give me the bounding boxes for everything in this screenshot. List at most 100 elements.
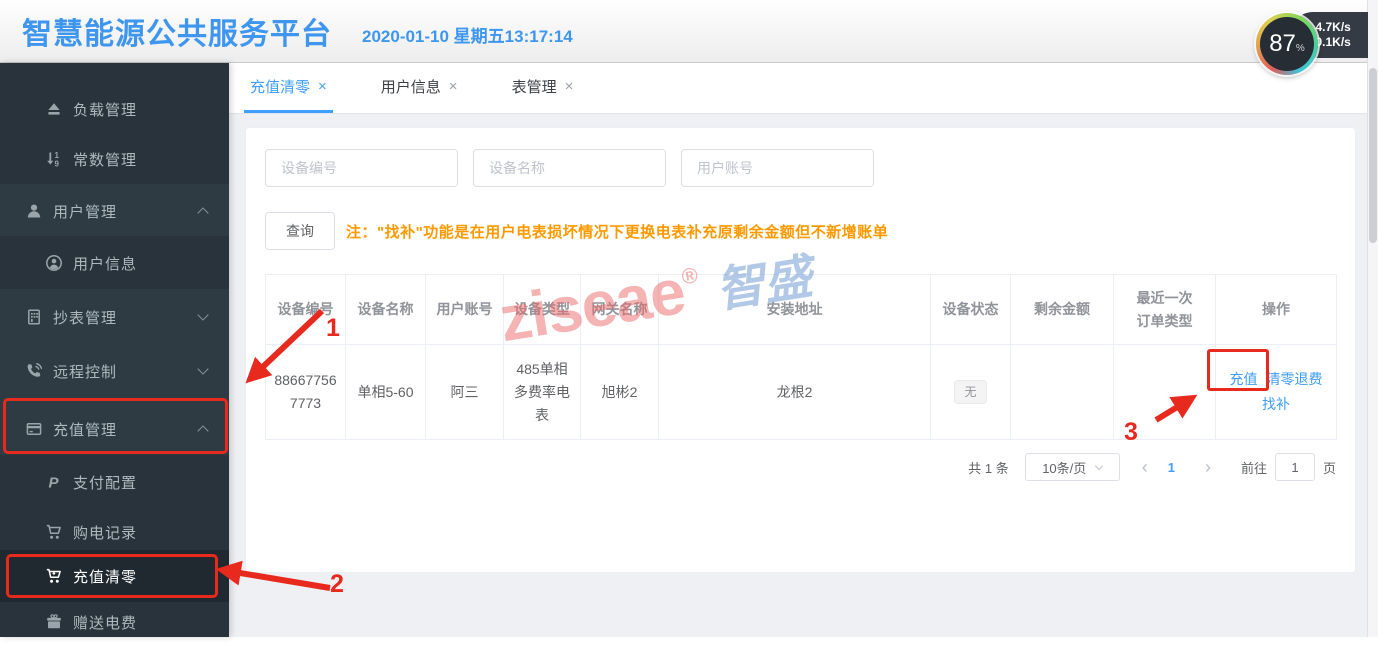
sidebar-item-recharge-reset[interactable]: 充值清零 (0, 550, 229, 602)
chevron-up-icon (197, 207, 208, 218)
memory-usage-inner: 87 % (1260, 17, 1314, 71)
column-header: 剩余金额 (1011, 275, 1114, 345)
scrollbar-track[interactable] (1367, 0, 1378, 637)
main-content: 充值清零 × 用户信息 × 表管理 × 查询 注："找补"功能是在用户电表损坏情… (229, 63, 1378, 637)
tab-recharge-reset[interactable]: 充值清零 × (244, 63, 333, 113)
upload-speed-value: 4.7K/s (1316, 21, 1351, 34)
paypal-icon: P (45, 473, 63, 491)
column-header: 安装地址 (659, 275, 931, 345)
column-header: 设备编号 (266, 275, 346, 345)
scrollbar-thumb[interactable] (1369, 68, 1377, 243)
user-account-input[interactable] (681, 149, 874, 187)
cell-last-order-type (1114, 345, 1216, 440)
tab-label: 表管理 (512, 76, 557, 97)
sidebar-item-meter-reading[interactable]: 抄表管理 (0, 291, 229, 343)
sidebar-item-user-management[interactable]: 用户管理 (0, 185, 229, 237)
goto-label: 前往 (1241, 458, 1267, 477)
tab-meter-management[interactable]: 表管理 × (506, 63, 580, 113)
memory-usage-ball[interactable]: 87 % (1256, 13, 1318, 75)
close-icon[interactable]: × (318, 78, 327, 95)
cell-remaining-amount (1011, 345, 1114, 440)
reset-refund-link[interactable]: 清零退费 (1267, 368, 1323, 391)
content-card: 查询 注："找补"功能是在用户电表损坏情况下更换电表补充原剩余金额但不新增账单 … (245, 127, 1356, 573)
user-icon (25, 202, 43, 220)
prev-page-button[interactable]: ‹ (1130, 457, 1160, 478)
sidebar-item-label: 充值清零 (73, 566, 137, 587)
chevron-down-icon (1095, 461, 1103, 469)
sidebar-item-load-management[interactable]: 负载管理 (0, 83, 229, 135)
chevron-up-icon (197, 425, 208, 436)
svg-text:9: 9 (55, 159, 60, 168)
cell-install-address: 龙根2 (659, 345, 931, 440)
column-header: 用户账号 (426, 275, 504, 345)
sidebar-item-label: 用户管理 (53, 201, 117, 222)
tab-user-info[interactable]: 用户信息 × (375, 63, 464, 113)
close-icon[interactable]: × (565, 78, 574, 95)
gift-icon (45, 613, 63, 631)
cell-device-status: 无 (931, 345, 1011, 440)
device-name-input[interactable] (473, 149, 666, 187)
sidebar-item-label: 常数管理 (73, 149, 137, 170)
eject-icon (45, 100, 63, 118)
actions-row-1: 充值 清零退费 (1230, 368, 1323, 391)
sidebar-item-constant-management[interactable]: 19 常数管理 (0, 133, 229, 185)
column-header: 操作 (1216, 275, 1337, 345)
credit-card-icon (25, 420, 43, 438)
sidebar-item-label: 支付配置 (73, 472, 137, 493)
memory-percent-unit: % (1296, 43, 1305, 54)
sidebar-item-remote-control[interactable]: 远程控制 (0, 345, 229, 397)
shopping-cart-icon (45, 523, 63, 541)
chevron-down-icon (197, 309, 208, 320)
close-icon[interactable]: × (449, 78, 458, 95)
sidebar-item-label: 购电记录 (73, 522, 137, 543)
device-number-input[interactable] (265, 149, 458, 187)
next-page-button[interactable]: › (1193, 457, 1223, 478)
page-number[interactable]: 1 (1160, 460, 1183, 475)
tab-label: 充值清零 (250, 76, 310, 97)
sidebar-item-label: 赠送电费 (73, 612, 137, 633)
page-unit: 页 (1323, 458, 1336, 477)
sidebar-item-user-info[interactable]: 用户信息 (0, 237, 229, 289)
pagination: 共 1 条 10条/页 ‹ 1 › 前往 页 (265, 453, 1336, 481)
tab-bar: 充值清零 × 用户信息 × 表管理 × (229, 63, 1378, 114)
cell-gateway-name: 旭彬2 (581, 345, 659, 440)
sidebar-item-payment-config[interactable]: P 支付配置 (0, 456, 229, 508)
sidebar-item-gift-electricity[interactable]: 赠送电费 (0, 596, 229, 648)
column-header: 设备名称 (346, 275, 426, 345)
phone-volume-icon (25, 362, 43, 380)
note-text: 注："找补"功能是在用户电表损坏情况下更换电表补充原剩余金额但不新增账单 (346, 221, 888, 242)
meter-book-icon (25, 308, 43, 326)
cell-device-no: 886677567773 (266, 345, 346, 440)
cell-actions: 充值 清零退费 找补 (1216, 345, 1337, 440)
compensate-link[interactable]: 找补 (1262, 393, 1290, 416)
query-row: 查询 注："找补"功能是在用户电表损坏情况下更换电表补充原剩余金额但不新增账单 (265, 212, 1336, 250)
sidebar-item-label: 负载管理 (73, 99, 137, 120)
sidebar-item-label: 抄表管理 (53, 307, 117, 328)
sort-numeric-icon: 19 (45, 150, 63, 168)
cell-device-name: 单相5-60 (346, 345, 426, 440)
column-header-text: 最近一次订单类型 (1135, 287, 1195, 333)
column-header: 设备状态 (931, 275, 1011, 345)
user-circle-icon (45, 254, 63, 272)
column-header: 设备类型 (504, 275, 581, 345)
sidebar-item-label: 远程控制 (53, 361, 117, 382)
header-datetime: 2020-01-10 星期五13:17:14 (362, 22, 573, 47)
sidebar-item-label: 充值管理 (53, 419, 117, 440)
tab-label: 用户信息 (381, 76, 441, 97)
app-title: 智慧能源公共服务平台 (22, 9, 332, 53)
svg-text:P: P (49, 475, 60, 491)
column-header: 网关名称 (581, 275, 659, 345)
sidebar-item-label: 用户信息 (73, 253, 137, 274)
status-badge: 无 (954, 380, 986, 404)
goto-page-input[interactable] (1275, 453, 1315, 481)
sidebar-item-recharge-management[interactable]: 充值管理 (0, 403, 229, 455)
data-table: 设备编号 设备名称 用户账号 设备类型 网关名称 安装地址 设备状态 剩余金额 … (265, 274, 1337, 440)
search-filter-row (265, 149, 1336, 187)
sidebar: 负载管理 19 常数管理 用户管理 用户信息 抄表管理 远程控制 (0, 63, 229, 637)
recharge-link[interactable]: 充值 (1230, 368, 1258, 391)
cell-user-account: 阿三 (426, 345, 504, 440)
total-count: 共 1 条 (968, 458, 1008, 477)
query-button[interactable]: 查询 (265, 212, 335, 250)
cart-arrow-down-icon (45, 567, 63, 585)
page-size-select[interactable]: 10条/页 (1025, 453, 1120, 481)
